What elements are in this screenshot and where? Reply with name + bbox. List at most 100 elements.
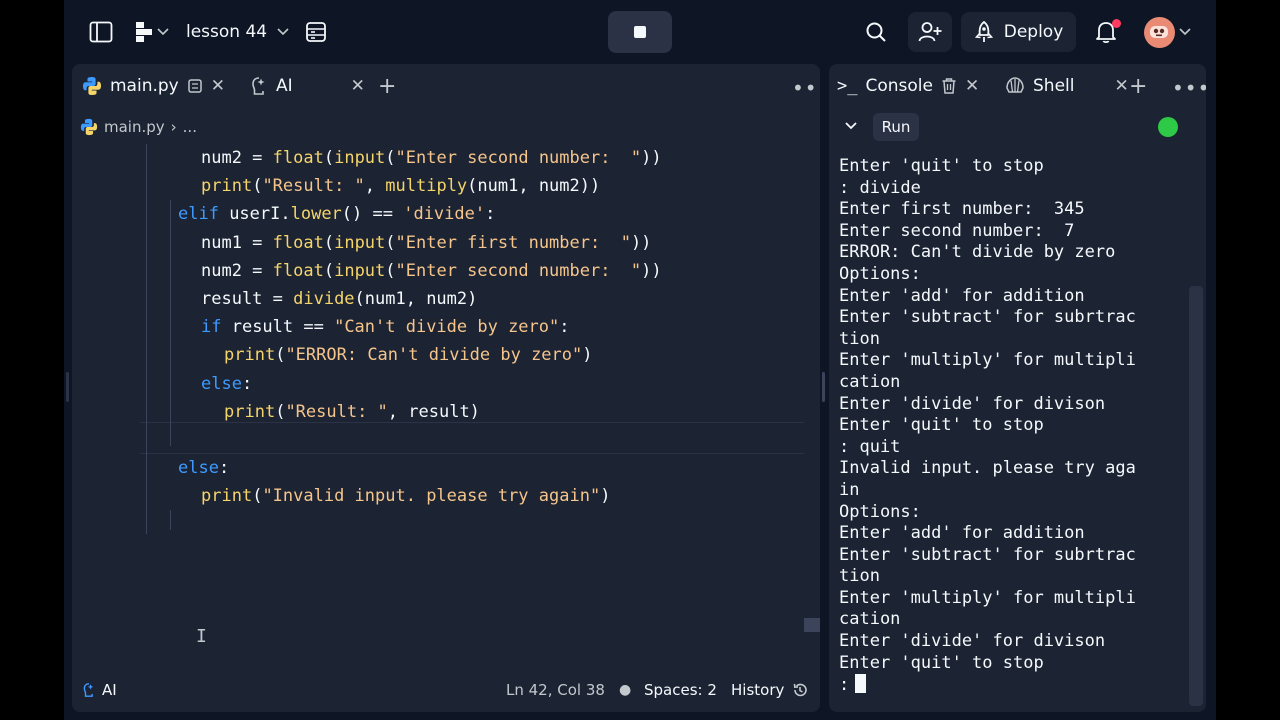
code-token: ( — [252, 176, 263, 197]
console-line: Enter 'add' for addition — [839, 285, 1085, 306]
indent-setting[interactable]: Spaces: 2 — [644, 681, 717, 699]
close-icon[interactable]: ✕ — [1114, 76, 1128, 96]
close-icon[interactable]: ✕ — [211, 76, 225, 96]
code-token: (num1, num2)) — [467, 176, 601, 197]
code-token: "Can't divide by zero" — [334, 317, 560, 338]
console-line: in — [839, 479, 860, 500]
code-token: ( — [323, 148, 335, 168]
add-tab-icon[interactable]: + — [378, 74, 396, 99]
invite-button[interactable] — [908, 12, 952, 52]
console-line: Enter 'quit' to stop — [839, 652, 1044, 673]
code-editor[interactable]: num2 = float(input("Enter second number:… — [72, 144, 812, 662]
console-line: Enter first number: 345 — [839, 199, 1085, 220]
notifications-button[interactable] — [1091, 16, 1121, 48]
console-line: cation — [839, 609, 901, 630]
code-token: num2 = — [201, 148, 273, 168]
code-token: ( — [385, 232, 396, 253]
code-token: ( — [275, 401, 286, 422]
code-token: input — [334, 260, 386, 281]
stop-button[interactable] — [608, 11, 672, 53]
tab-ai[interactable]: AI ✕ — [250, 68, 365, 104]
history-button[interactable]: History — [731, 681, 808, 699]
code-token: result == — [231, 317, 335, 338]
code-token: "Result: " — [262, 176, 365, 197]
pane-resize-handle[interactable] — [822, 372, 825, 402]
code-token: 'divide' — [403, 204, 486, 225]
code-token: input — [334, 148, 386, 168]
trash-icon[interactable] — [941, 77, 957, 95]
indent-guide — [146, 144, 147, 534]
python-icon — [83, 77, 101, 95]
console-lines: Enter 'quit' to stop : divide Enter first … — [839, 156, 1179, 674]
tab-main-py[interactable]: main.py ✕ — [82, 68, 225, 104]
code-line: print("Invalid input. please try again") — [201, 482, 610, 510]
avatar — [1143, 16, 1175, 48]
ai-icon — [252, 77, 265, 95]
workspace: lesson 44 Deploy main.py ✕ AI ✕ + •• mai… — [64, 0, 1216, 720]
code-token: result = — [201, 289, 294, 309]
console-line: Enter 'multiply' for multipli — [839, 587, 1136, 608]
console-line: tion — [839, 566, 880, 587]
repl-name-button[interactable]: lesson 44 — [186, 18, 289, 46]
shell-icon — [1006, 77, 1024, 93]
terminal-icon: >_ — [837, 76, 858, 96]
code-line: elif userI.lower() == 'divide': — [178, 200, 495, 228]
code-token: num2 = — [201, 260, 273, 281]
code-token: print — [201, 486, 253, 507]
breadcrumb: main.py › ... — [80, 116, 197, 138]
code-token: : — [218, 458, 230, 479]
more-options-icon[interactable]: ••• — [1172, 76, 1206, 100]
file-tree-icon[interactable] — [187, 78, 203, 94]
indent-guide — [170, 510, 171, 530]
code-token: ( — [323, 232, 335, 253]
tab-shell[interactable]: Shell ✕ — [1005, 68, 1129, 104]
more-options-icon[interactable]: ••• — [792, 76, 820, 100]
ai-status-label: AI — [102, 681, 117, 699]
breadcrumb-file[interactable]: main.py — [104, 118, 165, 136]
repl-name: lesson 44 — [186, 22, 268, 42]
console-line: : divide — [839, 177, 921, 198]
code-token: , result) — [387, 401, 480, 422]
console-prompt-line: : — [839, 674, 1179, 696]
code-token: num1 = — [201, 232, 273, 253]
tab-console[interactable]: >_ Console ✕ — [837, 68, 979, 104]
console-line: Options: — [839, 501, 921, 522]
close-icon[interactable]: ✕ — [351, 76, 365, 96]
console-line: Enter 'subtract' for subrtrac — [839, 544, 1136, 565]
console-line: Enter second number: 7 — [839, 220, 1075, 241]
sidebar-icon — [89, 21, 113, 43]
console-output[interactable]: Enter 'quit' to stop : divide Enter first … — [839, 156, 1179, 706]
history-label: History — [731, 681, 785, 699]
code-token: ( — [275, 345, 286, 366]
console-scrollbar[interactable] — [1189, 286, 1203, 706]
console-line: Enter 'multiply' for multipli — [839, 350, 1136, 371]
add-tab-icon[interactable]: + — [1129, 74, 1147, 99]
scrollbar-thumb[interactable] — [804, 618, 820, 632]
ai-icon — [83, 683, 94, 697]
breadcrumb-ellipsis[interactable]: ... — [183, 118, 197, 136]
code-token: divide — [293, 289, 355, 309]
replit-menu-button[interactable] — [132, 20, 172, 44]
code-token: "Enter second number: " — [395, 148, 642, 168]
deploy-button[interactable]: Deploy — [961, 12, 1076, 52]
ai-status-button[interactable]: AI — [82, 681, 117, 699]
code-token: "Invalid input. please try again" — [262, 486, 601, 507]
cursor-position[interactable]: Ln 42, Col 38 — [506, 681, 605, 699]
console-line: Enter 'divide' for divison — [839, 393, 1106, 414]
text-cursor: I — [196, 626, 207, 647]
code-token: : — [241, 373, 253, 394]
file-browser-icon — [306, 22, 326, 42]
code-token: , — [364, 176, 386, 197]
code-line: num2 = float(input("Enter second number:… — [201, 144, 662, 172]
code-line: if result == "Can't divide by zero": — [201, 313, 570, 341]
code-token: else — [201, 373, 242, 394]
sidebar-toggle-button[interactable] — [88, 20, 114, 44]
code-token: ( — [252, 486, 263, 507]
chevron-down-icon[interactable] — [841, 116, 861, 136]
file-browser-button[interactable] — [304, 20, 328, 44]
close-icon[interactable]: ✕ — [965, 76, 979, 96]
run-button[interactable]: Run — [873, 113, 919, 141]
left-edge-handle[interactable] — [66, 372, 69, 402]
search-button[interactable] — [862, 18, 890, 46]
account-menu-button[interactable] — [1142, 16, 1192, 48]
